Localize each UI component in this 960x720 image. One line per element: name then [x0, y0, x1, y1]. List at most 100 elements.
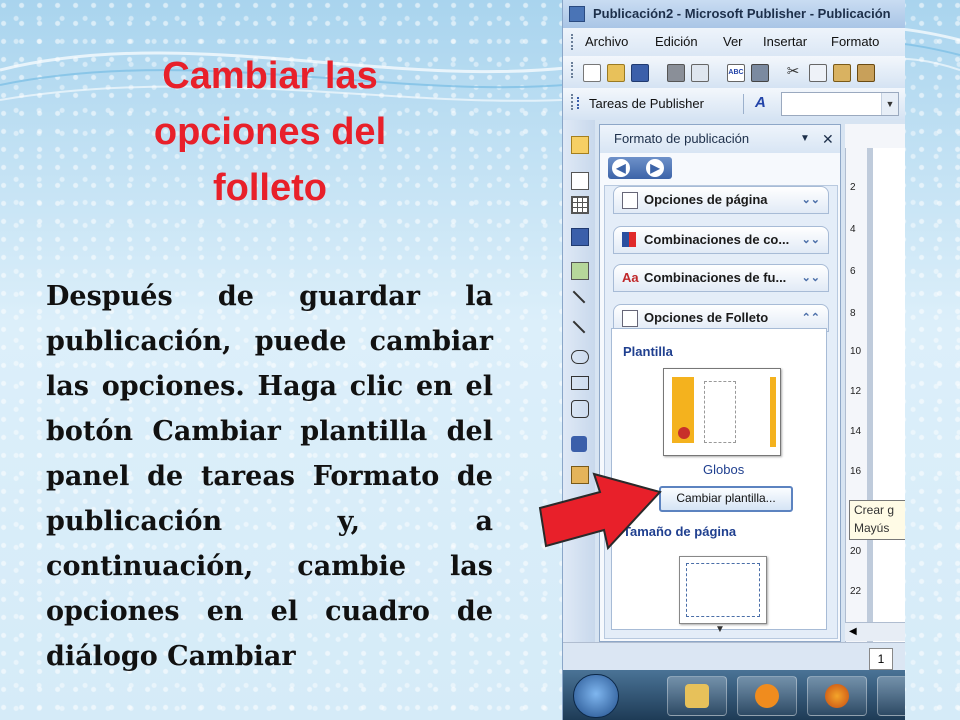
window-title-bar: Publicación2 - Microsoft Publisher - Pub…	[563, 0, 905, 28]
publisher-app-icon	[569, 6, 585, 22]
styles-icon[interactable]: A	[755, 94, 766, 111]
scroll-left-icon[interactable]: ◀	[849, 626, 857, 637]
taskbar-explorer[interactable]	[667, 676, 727, 716]
chevron-down-icon[interactable]: ▼	[881, 93, 898, 115]
standard-toolbar: ABC ✂	[563, 56, 905, 88]
autoshapes-icon[interactable]	[571, 400, 589, 418]
task-pane-nav: ◀ ▶	[608, 157, 672, 179]
tooltip-line: Mayús	[854, 521, 890, 535]
paste-icon[interactable]	[833, 64, 851, 82]
menu-bar: Archivo Edición Ver Insertar Formato	[563, 28, 905, 56]
red-arrow-icon	[538, 472, 662, 551]
document-area[interactable]	[867, 148, 905, 642]
table-icon[interactable]	[571, 196, 589, 214]
color-scheme-icon	[622, 232, 636, 247]
window-title: Publicación2 - Microsoft Publisher - Pub…	[593, 6, 891, 21]
arrow-tool-icon[interactable]	[572, 320, 586, 334]
vertical-ruler: 2 4 6 8 10 12 14 16 18 20 22	[845, 148, 869, 642]
template-thumbnail[interactable]	[663, 368, 781, 456]
back-arrow-icon[interactable]: ◀	[612, 159, 630, 177]
section-label: Combinaciones de co...	[644, 232, 790, 247]
toolbar-grip-icon	[571, 94, 576, 110]
objects-toolbar	[563, 120, 595, 650]
slide-body-text: Después de guardar la publicación, puede…	[46, 281, 493, 672]
open-folder-icon[interactable]	[607, 64, 625, 82]
section-page-options[interactable]: Opciones de página ⌄⌄	[613, 186, 829, 214]
section-font-schemes[interactable]: Aa Combinaciones de fu... ⌄⌄	[613, 264, 829, 292]
firefox-icon	[825, 684, 849, 708]
ruler-mark: 20	[850, 546, 862, 557]
task-list-icon	[577, 97, 589, 109]
menu-edicion[interactable]: Edición	[655, 28, 698, 56]
oval-icon[interactable]	[571, 350, 589, 364]
rectangle-icon[interactable]	[571, 376, 589, 390]
taskbar-media-player[interactable]	[737, 676, 797, 716]
menu-formato[interactable]: Formato	[831, 28, 879, 56]
task-pane-title: Formato de publicación	[614, 131, 750, 146]
research-icon[interactable]	[751, 64, 769, 82]
tooltip: Crear g Mayús	[849, 500, 905, 540]
ruler-mark: 2	[850, 182, 856, 193]
media-player-icon	[755, 684, 779, 708]
horizontal-scrollbar[interactable]: ◀	[845, 622, 905, 641]
change-template-button[interactable]: Cambiar plantilla...	[659, 486, 793, 512]
page-size-preview[interactable]	[679, 556, 767, 624]
start-button[interactable]	[573, 674, 619, 718]
template-heading: Plantilla	[623, 344, 673, 359]
menu-archivo[interactable]: Archivo	[585, 28, 628, 56]
ruler-mark: 10	[850, 346, 862, 357]
publisher-tasks-button[interactable]: Tareas de Publisher	[589, 96, 704, 111]
menu-ver[interactable]: Ver	[723, 28, 743, 56]
tooltip-line: Crear g	[854, 503, 895, 517]
print-icon[interactable]	[667, 64, 685, 82]
ruler-mark: 22	[850, 586, 862, 597]
ruler-mark: 14	[850, 426, 862, 437]
cut-icon[interactable]: ✂	[785, 64, 801, 80]
section-color-schemes[interactable]: Combinaciones de co... ⌄⌄	[613, 226, 829, 254]
font-scheme-icon: Aa	[622, 270, 639, 285]
section-label: Combinaciones de fu...	[644, 270, 787, 285]
line-icon[interactable]	[572, 290, 586, 304]
ruler-mark: 8	[850, 308, 856, 319]
wordart-icon[interactable]	[571, 228, 589, 246]
style-combo[interactable]: ▼	[781, 92, 899, 116]
horizontal-ruler	[845, 124, 905, 149]
menu-insertar[interactable]: Insertar	[763, 28, 807, 56]
windows-taskbar	[563, 670, 905, 720]
forward-arrow-icon[interactable]: ▶	[646, 159, 664, 177]
page-navigator[interactable]: 1	[869, 648, 893, 670]
ruler-mark: 4	[850, 224, 856, 235]
copy-icon[interactable]	[809, 64, 827, 82]
toolbar-grip-icon	[571, 34, 576, 50]
folder-icon	[685, 684, 709, 708]
task-pane-header: Formato de publicación ▼ ✕	[600, 125, 840, 153]
picture-icon[interactable]	[571, 262, 589, 280]
scroll-down-icon[interactable]: ▼	[715, 624, 725, 635]
text-box-icon[interactable]	[571, 172, 589, 190]
page-options-icon	[622, 192, 638, 209]
formatting-toolbar: Tareas de Publisher A ▼	[563, 88, 905, 120]
publisher-screenshot: Publicación2 - Microsoft Publisher - Pub…	[562, 0, 905, 720]
select-pointer-icon[interactable]	[571, 136, 589, 154]
save-icon[interactable]	[631, 64, 649, 82]
section-label: Opciones de página	[644, 192, 768, 207]
taskbar-firefox[interactable]	[807, 676, 867, 716]
document-page[interactable]	[873, 148, 905, 642]
format-painter-icon[interactable]	[857, 64, 875, 82]
toolbar-grip-icon	[571, 62, 576, 78]
task-pane-menu-icon[interactable]: ▼	[800, 125, 810, 153]
taskbar-app[interactable]	[877, 676, 905, 716]
new-document-icon[interactable]	[583, 64, 601, 82]
spelling-icon[interactable]: ABC	[727, 64, 745, 82]
chevron-down-icon: ⌄⌄	[801, 194, 820, 206]
design-gallery-icon[interactable]	[571, 436, 587, 452]
ruler-mark: 6	[850, 266, 856, 277]
close-icon[interactable]: ✕	[822, 125, 834, 153]
print-preview-icon[interactable]	[691, 64, 709, 82]
slide-title: Cambiar las opciones del folleto	[153, 55, 387, 209]
template-name: Globos	[703, 462, 745, 477]
ruler-mark: 16	[850, 466, 862, 477]
toolbar-separator	[743, 94, 744, 114]
ruler-mark: 12	[850, 386, 862, 397]
chevron-down-icon: ⌄⌄	[801, 272, 820, 284]
